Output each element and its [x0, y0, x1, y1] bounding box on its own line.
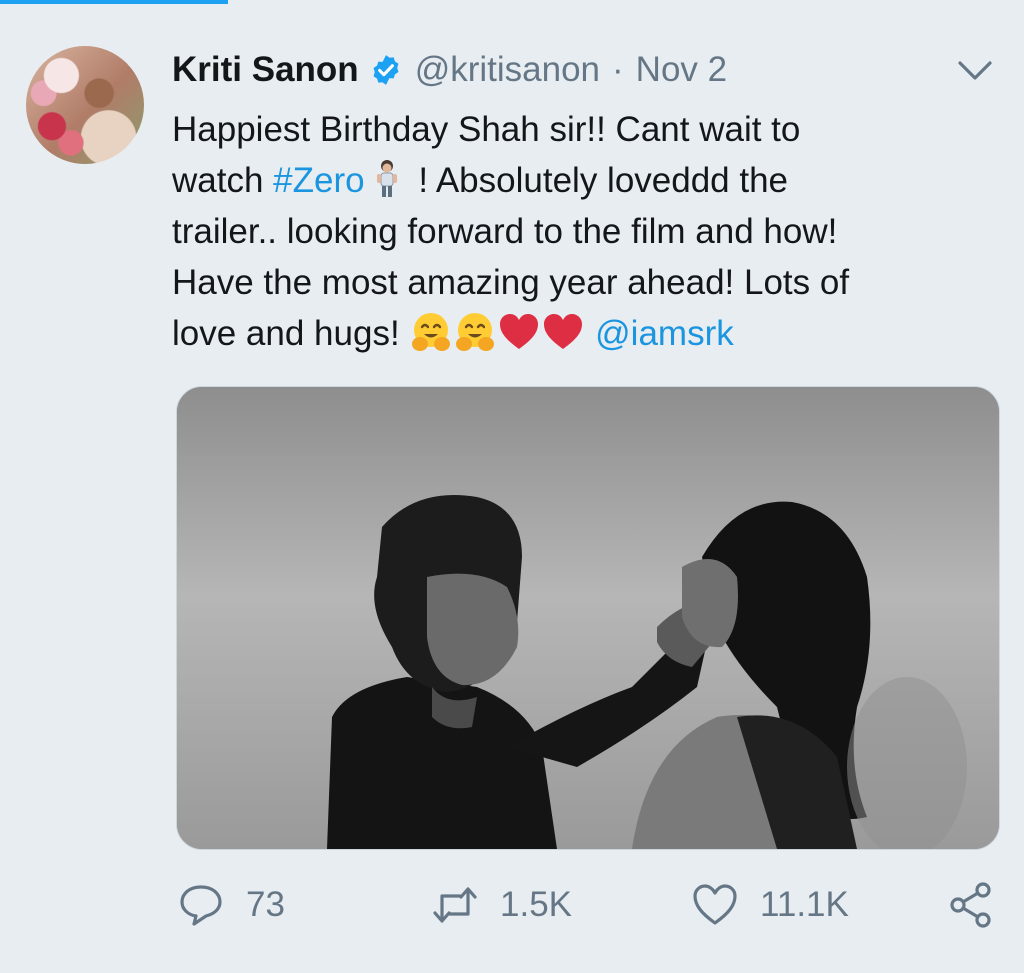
tweet-media-photo[interactable] [176, 386, 1000, 850]
hugging-face-emoji [453, 310, 497, 354]
tweet-text-line: watch #Zero ! Absolutely loveddd the [172, 155, 972, 206]
hashtag-link[interactable]: #Zero [273, 161, 364, 200]
tweet-text-segment: love and hugs! [172, 314, 410, 353]
retweet-count: 1.5K [500, 885, 572, 924]
mention-link[interactable]: @iamsrk [595, 314, 734, 353]
reply-icon [180, 885, 222, 926]
retweet-button[interactable]: 1.5K [430, 880, 572, 930]
chevron-down-icon[interactable] [956, 54, 994, 88]
heart-icon [693, 884, 737, 925]
hugging-face-emoji [409, 310, 453, 354]
tweet-text: Happiest Birthday Shah sir!! Cant wait t… [172, 104, 972, 359]
tweet-text-line: Have the most amazing year ahead! Lots o… [172, 263, 850, 302]
like-count: 11.1K [760, 885, 849, 924]
tweet-text-segment: watch [172, 161, 274, 200]
header-separator: · [612, 50, 624, 89]
like-button[interactable]: 11.1K [690, 880, 849, 930]
reply-button[interactable]: 73 [176, 880, 285, 930]
retweet-icon [433, 887, 477, 923]
tweet-date[interactable]: Nov 2 [636, 50, 727, 90]
active-tab-indicator [0, 0, 228, 4]
zero-hashflag-emoji [365, 157, 409, 201]
red-heart-emoji [541, 310, 585, 354]
top-tab-strip [0, 0, 1024, 6]
avatar[interactable] [26, 46, 144, 164]
tweet-text-segment: ! Absolutely loveddd the [408, 161, 789, 200]
photo-illustration [177, 387, 999, 849]
reply-count: 73 [246, 885, 285, 924]
share-button[interactable] [946, 880, 996, 930]
tweet-text-line: Happiest Birthday Shah sir!! Cant wait t… [172, 110, 801, 149]
tweet-text-line: trailer.. looking forward to the film an… [172, 212, 838, 251]
tweet-text-line: love and hugs! @iamsrk [172, 308, 972, 359]
verified-badge-icon [369, 53, 403, 87]
tweet-header: Kriti Sanon @kritisanon · Nov 2 [172, 48, 727, 92]
share-icon [950, 882, 991, 928]
red-heart-emoji [497, 310, 541, 354]
tweet-actions-bar: 73 1.5K 11.1K [0, 870, 1024, 940]
author-name[interactable]: Kriti Sanon [172, 50, 359, 90]
author-handle[interactable]: @kritisanon [415, 50, 600, 90]
